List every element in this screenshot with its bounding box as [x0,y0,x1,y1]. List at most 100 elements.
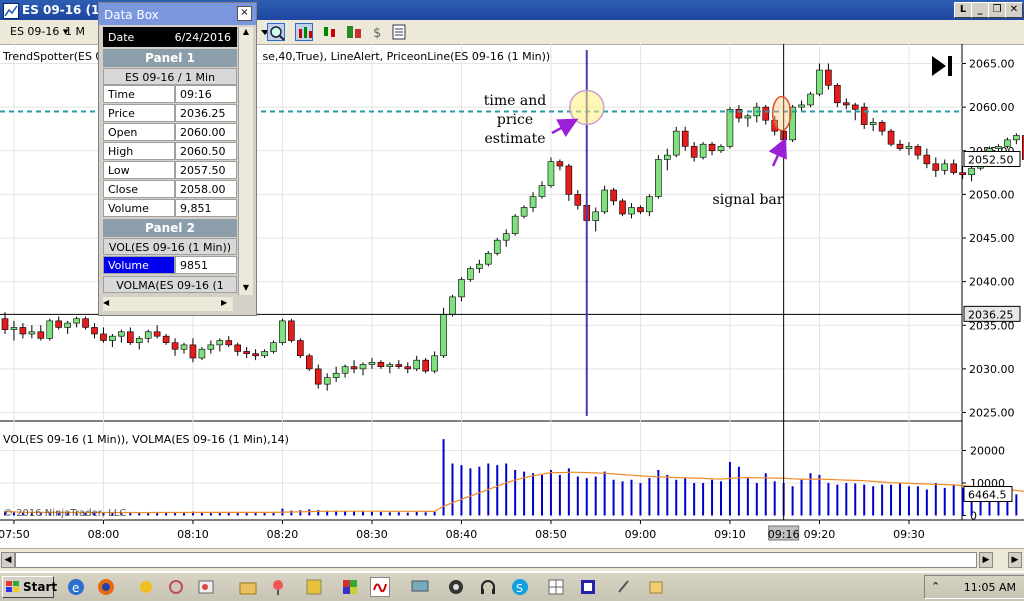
candle-body [37,331,45,339]
time-tick-label: 08:40 [446,528,478,541]
candle-body [798,104,805,108]
window-icon[interactable] [578,577,598,597]
data-box-vscroll[interactable]: ▲ ▼ [238,27,253,295]
candle-body [547,161,555,186]
pen-icon[interactable] [614,577,634,597]
window-l-button[interactable]: L [954,2,972,18]
skip-to-end-icon[interactable] [930,54,954,78]
candle-body [449,296,456,315]
scroll-right-button[interactable]: ▶ [979,552,993,568]
start-button[interactable]: Start [2,576,57,598]
candle-body [55,320,63,328]
candle-body [288,320,295,341]
candle-body [314,368,322,385]
candle-body [82,318,89,328]
candle-body [610,189,617,202]
system-tray: ⌃ 11:05 AM [924,575,1024,599]
properties-icon[interactable] [390,23,408,41]
candle-body [511,215,519,234]
last-price-label: 2052.50 [968,153,1014,166]
skype-icon[interactable]: S [510,577,530,597]
settings-icon[interactable] [446,577,466,597]
taskbar: Start e S ⌃ 11:05 AM [0,572,1024,601]
folder-icon[interactable] [238,577,258,597]
paint-icon[interactable] [196,577,216,597]
candle-body [162,335,170,343]
candle-body [109,335,116,341]
headphones-icon[interactable] [478,577,498,597]
candle-body [914,146,922,156]
candle-body [297,340,304,357]
grid-icon[interactable] [546,577,566,597]
estimate-annotation: time and price estimate [483,93,547,147]
candle-body [628,207,635,215]
volume-panel-label: VOL(ES 09-16 (1 Min)), VOLMA(ES 09-16 (1… [3,433,289,446]
svg-text:$: $ [373,26,381,41]
candle-body [896,143,904,149]
sun-icon[interactable] [136,577,156,597]
monitor-icon[interactable] [410,577,430,597]
interval-selector[interactable]: 1 M [65,25,85,38]
candle-body [46,320,54,339]
candle-body [422,359,429,372]
close-button[interactable]: ✕ [1005,2,1023,18]
candle-body [413,359,421,370]
candle-body [350,366,358,370]
candle-body [834,85,841,104]
firefox-icon[interactable] [96,577,116,597]
candle-body [91,327,98,335]
price-tick-label: 2050.00 [969,188,1015,201]
candle-body [395,364,403,367]
candlestick-icon[interactable] [321,23,339,41]
candle-body [565,165,573,195]
candle-body [377,362,385,367]
candle-body [744,115,752,119]
restore-button[interactable]: ❐ [988,2,1006,18]
bar-chart-icon[interactable] [295,23,313,41]
candle-body [717,146,725,152]
candle-body [816,69,823,95]
data-box-window[interactable]: Data Box × Date 6/24/2016 Panel 1 ES 09-… [98,2,257,316]
candle-body [637,207,644,213]
candle-body [646,196,653,213]
candle-body [959,172,966,176]
data-box-hscroll[interactable]: ◀ ▶ [103,297,233,311]
candle-body [869,122,877,125]
scroll-thumb[interactable] [15,552,977,568]
candle-body [234,344,241,352]
colors-icon[interactable] [340,577,360,597]
time-tick-label: 07:50 [0,528,30,541]
dollar-icon[interactable]: $ [368,23,386,41]
candle-body [189,344,197,359]
instrument-selector[interactable]: ES 09-16 ▾ [10,25,68,38]
scroll-left-button[interactable]: ◀ [1,552,15,568]
draw-tools-icon[interactable] [345,23,363,41]
minimize-button[interactable]: _ [971,2,989,18]
tray-expand-icon[interactable]: ⌃ [931,580,940,593]
panel2-subheader: VOL(ES 09-16 (1 Min)) [103,238,237,255]
time-tick-label: 09:00 [625,528,657,541]
data-box-close-icon[interactable]: × [237,6,252,21]
scroll-end-button[interactable]: ▶ [1008,552,1022,568]
ie-icon[interactable]: e [66,577,86,597]
ninjatrader-icon[interactable] [370,577,390,597]
candle-body [825,69,832,86]
candle-body [1013,135,1020,141]
candle-body [807,93,814,106]
map-icon[interactable] [268,577,288,597]
candle-body [252,353,259,357]
app-chart-icon [3,3,19,19]
data-box-titlebar[interactable]: Data Box × [99,3,256,25]
book-icon[interactable] [304,577,324,597]
price-tick-label: 2045.00 [969,232,1015,245]
candle-body [851,104,859,110]
candle-body [323,377,331,385]
candle-body [118,331,125,337]
chart-hscrollbar[interactable]: ◀ ▶ ▶ [0,548,1024,571]
zoom-icon[interactable] [267,23,285,41]
time-tick-label: 08:50 [535,528,567,541]
tools-icon[interactable] [166,577,186,597]
db-row-low: Low 2057.50 [103,161,237,179]
volma-value-label: 6464.5 [968,488,1007,501]
documents-icon[interactable] [646,577,666,597]
